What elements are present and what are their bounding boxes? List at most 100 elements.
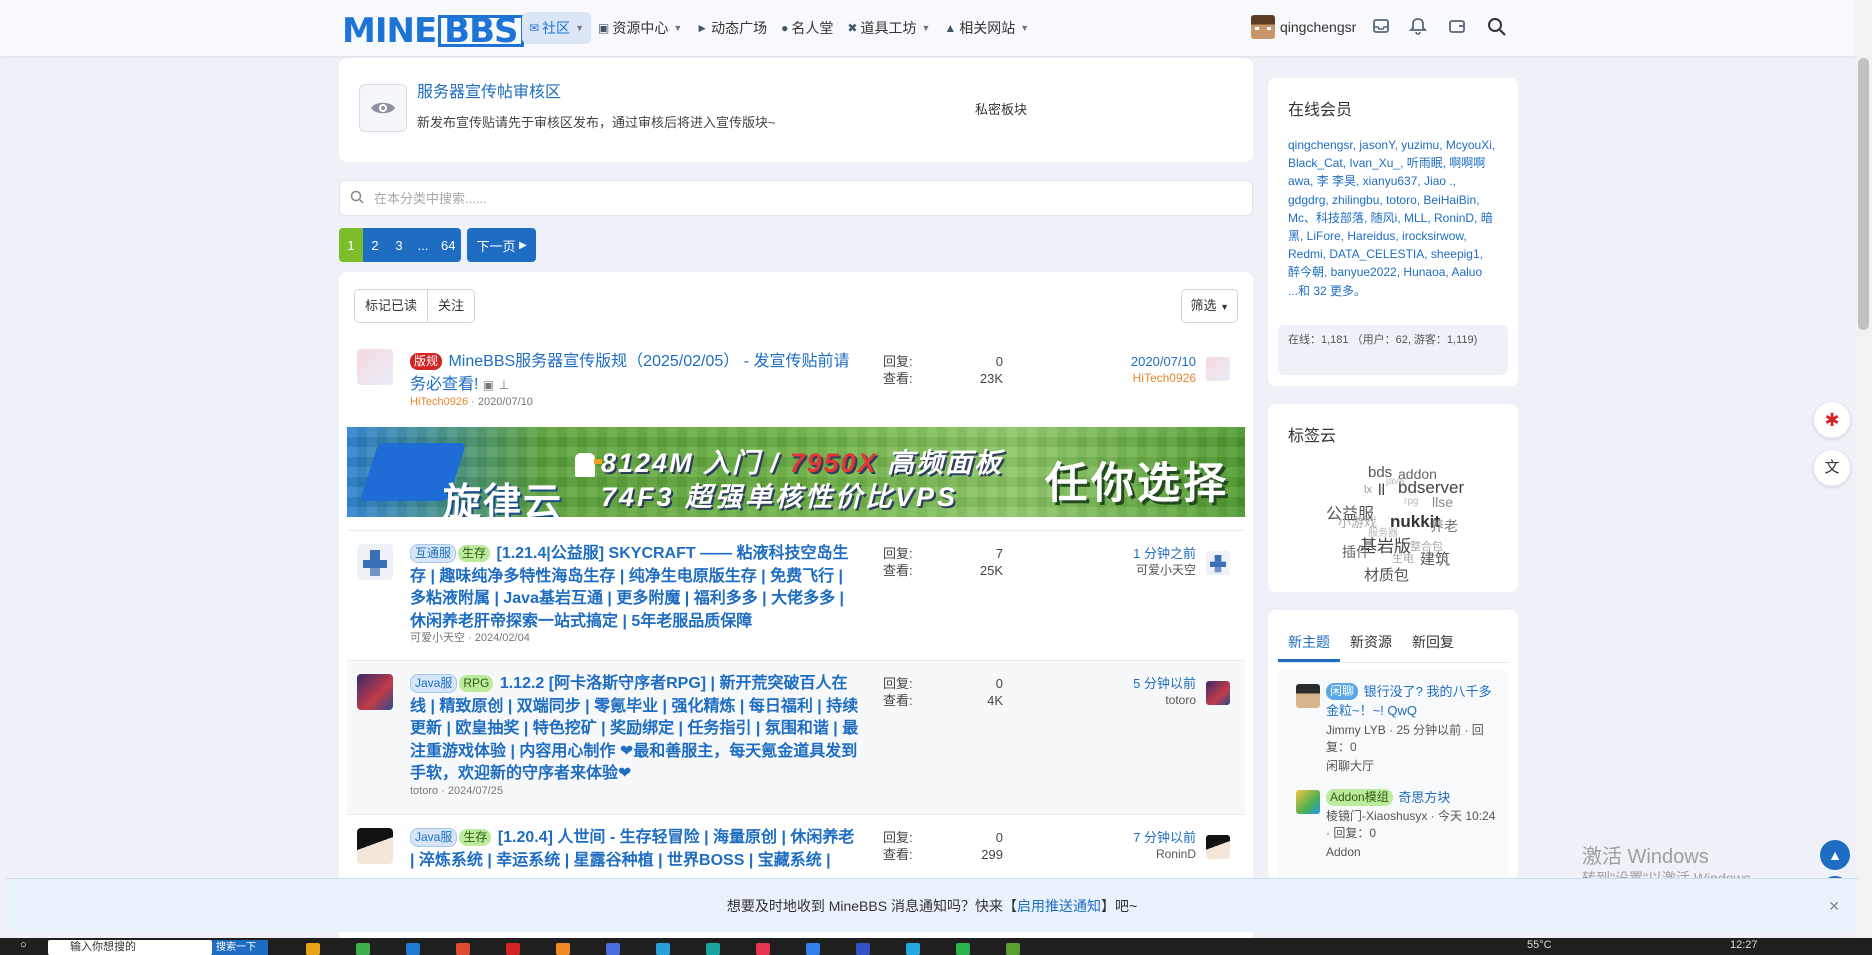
thread-title[interactable]: Java服 RPG 1.12.2 [阿卡洛斯守序者RPG] | 新开荒突破百人在线… bbox=[410, 673, 860, 786]
extension-icon[interactable]: ✱ bbox=[1814, 402, 1850, 438]
page-current[interactable]: 1 bbox=[339, 228, 363, 262]
avatar[interactable] bbox=[1206, 357, 1230, 381]
search-icon[interactable]: ○ bbox=[20, 939, 27, 951]
thread-author[interactable]: HiTech0926 bbox=[410, 396, 468, 408]
app-icon[interactable] bbox=[656, 943, 670, 955]
banner-line1-a: 8124M 入门 / bbox=[601, 448, 790, 478]
last-post-time[interactable]: 2020/07/10 bbox=[997, 353, 1196, 370]
app-icon[interactable] bbox=[706, 943, 720, 955]
wallet-icon[interactable] bbox=[1446, 16, 1468, 38]
avatar[interactable] bbox=[1206, 681, 1230, 705]
new-thread-title[interactable]: Addon模组 奇思方块 bbox=[1326, 788, 1501, 807]
tab-new-threads[interactable]: 新主题 bbox=[1278, 623, 1340, 662]
last-post-user[interactable]: HiTech0926 bbox=[997, 370, 1196, 387]
tag-link[interactable]: 插件 bbox=[1342, 542, 1370, 562]
follow-button[interactable]: 关注 bbox=[427, 290, 475, 322]
tab-new-replies[interactable]: 新回复 bbox=[1402, 623, 1464, 662]
folder-icon[interactable] bbox=[306, 943, 320, 955]
search-input[interactable] bbox=[374, 187, 974, 209]
last-post-user[interactable]: 可爱小天空 bbox=[997, 562, 1196, 579]
mark-read-button[interactable]: 标记已读 bbox=[355, 290, 428, 322]
avatar[interactable] bbox=[1296, 790, 1320, 814]
chrome-icon[interactable] bbox=[456, 943, 470, 955]
thread-date[interactable]: 2024/07/25 bbox=[448, 785, 503, 797]
tag-link[interactable]: llse bbox=[1432, 494, 1453, 510]
avatar[interactable] bbox=[1206, 835, 1230, 859]
more-members-link[interactable]: ...和 32 更多。 bbox=[1288, 284, 1366, 298]
enable-push-link[interactable]: 启用推送通知 bbox=[1017, 898, 1101, 914]
tag-link[interactable]: lx bbox=[1364, 484, 1372, 496]
avatar[interactable] bbox=[357, 544, 393, 580]
site-logo[interactable]: MINE BBS bbox=[342, 11, 524, 51]
last-post-time[interactable]: 1 分钟之前 bbox=[997, 545, 1196, 562]
tag-link[interactable]: java bbox=[1386, 476, 1404, 487]
last-post-user[interactable]: RoninD bbox=[997, 846, 1196, 863]
thread-author[interactable]: 可爱小天空 bbox=[410, 632, 465, 644]
taskbar-search[interactable]: 输入你想搜的 bbox=[48, 940, 212, 955]
page-link[interactable]: 3 bbox=[387, 228, 411, 262]
avatar[interactable] bbox=[357, 828, 393, 864]
edge-icon[interactable] bbox=[406, 943, 420, 955]
wechat-icon[interactable] bbox=[956, 943, 970, 955]
new-thread-forum[interactable]: Addon bbox=[1326, 844, 1501, 861]
avatar[interactable] bbox=[357, 674, 393, 710]
tag-link[interactable]: ll bbox=[1378, 482, 1385, 500]
thread-date[interactable]: 2024/02/04 bbox=[475, 632, 530, 644]
app-icon[interactable] bbox=[906, 943, 920, 955]
thread-author[interactable]: totoro bbox=[410, 785, 438, 797]
inbox-icon[interactable] bbox=[1370, 16, 1392, 38]
page-link[interactable]: 2 bbox=[363, 228, 387, 262]
last-post-user[interactable]: totoro bbox=[997, 692, 1196, 709]
scrollbar-thumb[interactable] bbox=[1858, 58, 1869, 330]
filter-button[interactable]: 筛选 ▼ bbox=[1181, 289, 1238, 323]
next-page-button[interactable]: 下一页 ▶ bbox=[467, 228, 536, 262]
new-thread-title[interactable]: 闲聊 银行没了? 我的八千多金粒~！~! QwQ bbox=[1326, 682, 1501, 720]
tag-link[interactable]: 养老 bbox=[1430, 516, 1458, 536]
bell-icon[interactable] bbox=[1407, 16, 1429, 38]
last-post-time[interactable]: 7 分钟以前 bbox=[997, 829, 1196, 846]
app-icon[interactable] bbox=[556, 943, 570, 955]
page-link[interactable]: 64 bbox=[435, 228, 462, 262]
app-icon[interactable] bbox=[806, 943, 820, 955]
thread-title[interactable]: 版规 MineBBS服务器宣传版规（2025/02/05） - 发宣传贴前请务必… bbox=[410, 351, 860, 396]
nav-item-related-sites[interactable]: ▲ 相关网站 ▼ bbox=[937, 12, 1036, 44]
thread-title[interactable]: Java服 生存 [1.20.4] 人世间 - 生存轻冒险 | 海量原创 | 休闲… bbox=[410, 827, 860, 872]
taskbar-search-button[interactable]: 搜索一下 bbox=[212, 940, 268, 955]
nav-item-hall-of-fame[interactable]: ● 名人堂 bbox=[774, 12, 840, 44]
minecraft-icon[interactable] bbox=[1006, 943, 1020, 955]
subforum-title-link[interactable]: 服务器宣传帖审核区 bbox=[417, 78, 561, 102]
translate-icon[interactable]: 文 bbox=[1814, 450, 1850, 486]
ad-banner[interactable]: 旋律云 8124M 入门 / 7950X 高频面板 74F3 超强单核性价比VP… bbox=[347, 427, 1245, 517]
tab-new-resources[interactable]: 新资源 bbox=[1340, 623, 1402, 662]
app-icon[interactable] bbox=[756, 943, 770, 955]
avatar[interactable] bbox=[1206, 551, 1230, 575]
browser-icon[interactable] bbox=[356, 943, 370, 955]
new-thread-forum[interactable]: 闲聊大厅 bbox=[1326, 758, 1501, 775]
prefix-tag: Java服 bbox=[410, 674, 458, 693]
prefix-tag: 闲聊 bbox=[1326, 683, 1359, 700]
avatar[interactable] bbox=[357, 349, 393, 385]
nav-item-resources[interactable]: ▣ 资源中心 ▼ bbox=[591, 12, 689, 44]
nav-item-tools[interactable]: ✖ 道具工坊 ▼ bbox=[840, 12, 937, 44]
subforum-card: 服务器宣传帖审核区 新发布宣传贴请先于审核区发布，通过审核后将进入宣传版块~ 私… bbox=[339, 58, 1253, 162]
tag-link[interactable]: 建筑 bbox=[1420, 548, 1450, 569]
clock[interactable]: 12:27 bbox=[1730, 939, 1758, 951]
avatar[interactable] bbox=[1296, 684, 1320, 708]
app-icon[interactable] bbox=[606, 943, 620, 955]
weather-temp[interactable]: 55°C bbox=[1527, 939, 1552, 951]
last-post-time[interactable]: 5 分钟以前 bbox=[997, 675, 1196, 692]
search-icon[interactable] bbox=[1486, 16, 1508, 38]
thread-title[interactable]: 互通服 生存 [1.21.4|公益服] SKYCRAFT —— 粘液科技空岛生存 … bbox=[410, 543, 860, 633]
app-icon[interactable] bbox=[856, 943, 870, 955]
app-icon[interactable] bbox=[506, 943, 520, 955]
user-menu[interactable]: qingchengsr bbox=[1251, 15, 1356, 39]
member-links[interactable]: qingchengsr, jasonY, yuzimu, McyouXi, Bl… bbox=[1288, 138, 1495, 279]
thread-date[interactable]: 2020/07/10 bbox=[478, 396, 533, 408]
page-ellipsis[interactable]: ... bbox=[411, 228, 435, 262]
tag-link[interactable]: rpg bbox=[1404, 496, 1418, 507]
nav-item-community[interactable]: ✉ 社区 ▼ bbox=[522, 12, 591, 44]
nav-item-feed[interactable]: ► 动态广场 bbox=[689, 12, 774, 44]
close-icon[interactable]: ✕ bbox=[1828, 879, 1840, 933]
tag-link[interactable]: 材质包 bbox=[1364, 564, 1409, 585]
scroll-top-button[interactable]: ▲ bbox=[1820, 840, 1850, 870]
